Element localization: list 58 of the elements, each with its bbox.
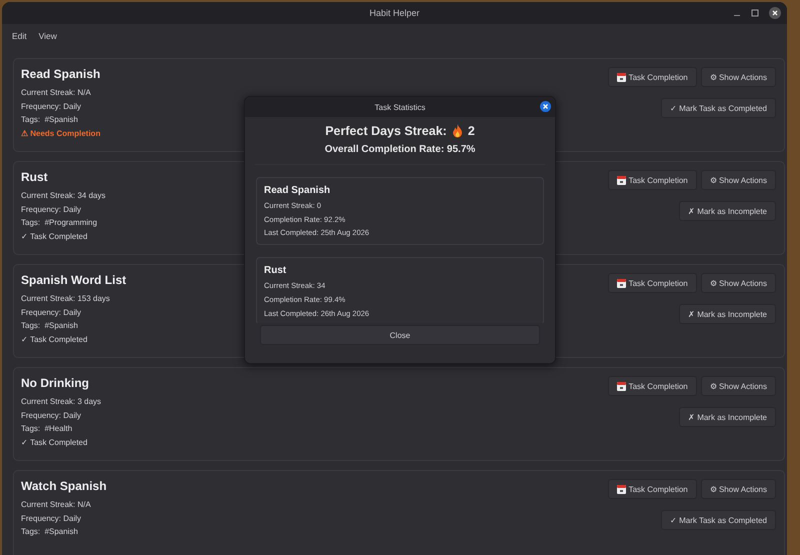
close-icon[interactable] (769, 7, 781, 19)
status-text: ⚠ Needs Completion (21, 128, 100, 140)
mark-task-button[interactable]: ✗ Mark as Incomplete (678, 201, 776, 221)
tags-text: Tags: #Spanish (21, 114, 79, 126)
tags-text: Tags: #Spanish (21, 320, 79, 332)
frequency-text: Frequency: Daily (21, 306, 82, 319)
mark-task-button[interactable]: ✓ Mark Task as Completed (660, 510, 776, 530)
stats-name: Rust (264, 265, 288, 276)
calendar-icon (616, 176, 626, 184)
calendar-icon (616, 278, 626, 288)
show-actions-button[interactable]: ⚙ Show Actions (700, 67, 776, 87)
calendar-icon (616, 72, 626, 82)
frequency-text: Frequency: Daily (21, 512, 82, 525)
habit-name: Watch Spanish (21, 479, 107, 493)
tags-text: Tags: #Health (21, 423, 74, 436)
flame-icon (452, 124, 463, 138)
habit-name: Read Spanish (21, 67, 100, 81)
status-text: ✓ Task Completed (21, 231, 88, 244)
window-title: Habit Helper (369, 8, 420, 18)
task-completion-button[interactable]: Task Completion (608, 376, 697, 396)
status-text: ✓ Task Completed (21, 437, 88, 450)
habit-name: Spanish Word List (21, 273, 126, 287)
frequency-text: Frequency: Daily (21, 410, 82, 422)
menu-item[interactable]: Edit (12, 31, 27, 41)
show-actions-button[interactable]: ⚙ Show Actions (700, 273, 776, 293)
calendar-icon (616, 382, 626, 390)
perfect-streak-label: Perfect Days Streak: (325, 124, 447, 138)
maximize-icon[interactable] (751, 9, 759, 17)
close-icon[interactable] (540, 101, 551, 112)
overall-rate: Overall Completion Rate: 95.7% (324, 144, 476, 155)
streak-text: Current Streak: 3 days (21, 396, 102, 408)
mark-task-button[interactable]: ✗ Mark as Incomplete (678, 407, 776, 427)
perfect-streak-value: 2 (468, 124, 475, 138)
frequency-text: Frequency: Daily (21, 100, 82, 113)
close-button[interactable]: Close (260, 325, 540, 345)
streak-text: Current Streak: 153 days (21, 293, 111, 305)
show-actions-button[interactable]: ⚙ Show Actions (700, 479, 776, 499)
streak-text: Current Streak: 34 days (21, 190, 106, 202)
show-actions-button[interactable]: ⚙ Show Actions (700, 376, 776, 396)
dialog-title: Task Statistics (374, 102, 426, 112)
habit-name: No Drinking (21, 376, 90, 390)
streak-text: Current Streak: N/A (21, 87, 92, 99)
menu-item[interactable]: View (38, 31, 57, 41)
task-completion-button[interactable]: Task Completion (608, 170, 697, 190)
task-completion-button[interactable]: Task Completion (608, 273, 697, 293)
task-completion-button[interactable]: Task Completion (608, 479, 697, 499)
tags-text: Tags: #Programming (21, 217, 98, 230)
mark-task-button[interactable]: ✗ Mark as Incomplete (678, 304, 776, 324)
calendar-icon (616, 484, 626, 494)
streak-text: Current Streak: N/A (21, 499, 92, 511)
habit-name: Rust (21, 170, 49, 184)
frequency-text: Frequency: Daily (21, 204, 82, 216)
status-text: ✓ Task Completed (21, 334, 88, 346)
show-actions-button[interactable]: ⚙ Show Actions (700, 170, 776, 190)
mark-task-button[interactable]: ✓ Mark Task as Completed (660, 98, 776, 118)
stats-name: Read Spanish (264, 185, 332, 196)
tags-text: Tags: #Spanish (21, 526, 79, 538)
task-completion-button[interactable]: Task Completion (608, 67, 697, 87)
